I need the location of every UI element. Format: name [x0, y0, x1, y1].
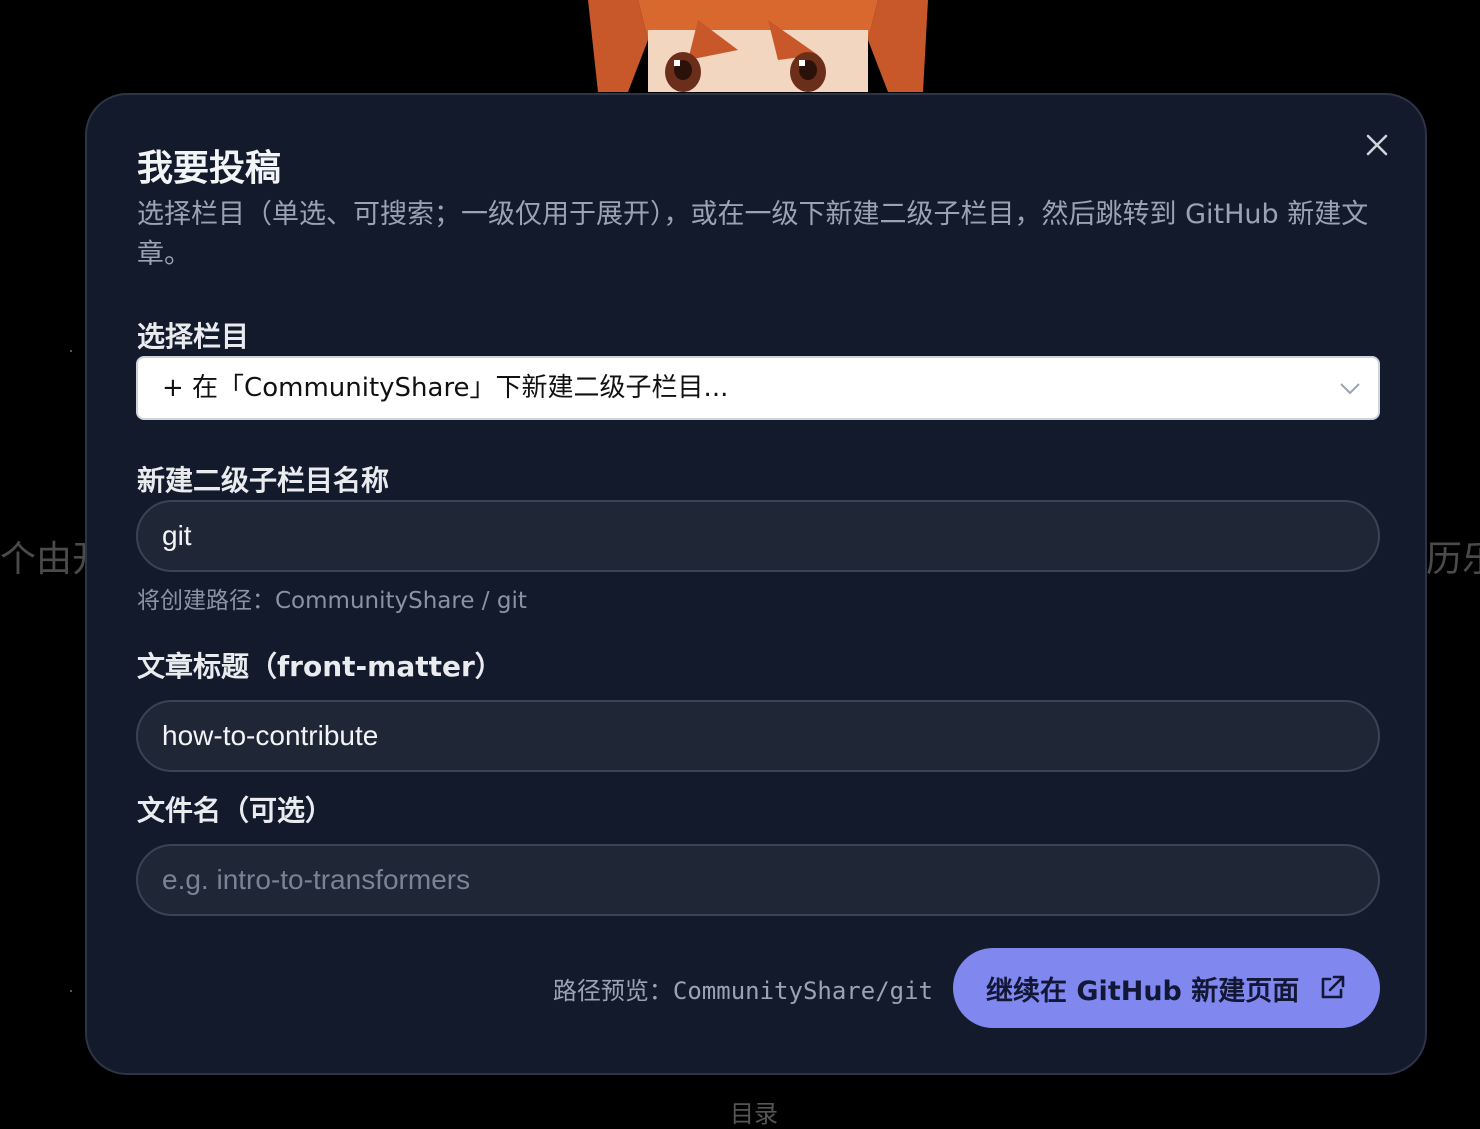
external-link-icon — [1321, 975, 1345, 999]
close-icon[interactable] — [1363, 131, 1391, 159]
category-selected-value: + 在「CommunityShare」下新建二级子栏目... — [162, 373, 729, 403]
submit-article-modal: 我要投稿 选择栏目（单选、可搜索；一级仅用于展开），或在一级下新建二级子栏目，然… — [85, 93, 1427, 1075]
create-path-hint: 将创建路径：CommunityShare / git — [137, 588, 527, 614]
path-preview: 路径预览：CommunityShare/git — [552, 977, 933, 1005]
background-text-bottom: 目录 — [730, 1100, 778, 1128]
background-text-left: 个由开 — [0, 539, 86, 580]
modal-title: 我要投稿 — [137, 148, 282, 189]
continue-button-label: 继续在 GitHub 新建页面 — [986, 975, 1300, 1007]
background-dot — [70, 350, 72, 352]
article-title-label: 文章标题（front-matter） — [137, 650, 503, 683]
background-dot — [70, 990, 72, 992]
modal-description: 选择栏目（单选、可搜索；一级仅用于展开），或在一级下新建二级子栏目，然后跳转到 … — [137, 199, 1369, 270]
category-label: 选择栏目 — [137, 320, 250, 353]
background-text-right: 历乐趣 — [1426, 539, 1480, 580]
subcategory-label: 新建二级子栏目名称 — [137, 464, 390, 497]
mascot-image — [578, 0, 942, 92]
filename-label: 文件名（可选） — [137, 794, 334, 827]
continue-on-github-button[interactable]: 继续在 GitHub 新建页面 — [953, 948, 1380, 1028]
subcategory-name-input[interactable] — [136, 500, 1380, 572]
category-select[interactable]: + 在「CommunityShare」下新建二级子栏目... — [136, 356, 1380, 420]
chevron-down-icon — [1340, 383, 1360, 395]
filename-input[interactable] — [136, 844, 1380, 916]
article-title-input[interactable] — [136, 700, 1380, 772]
